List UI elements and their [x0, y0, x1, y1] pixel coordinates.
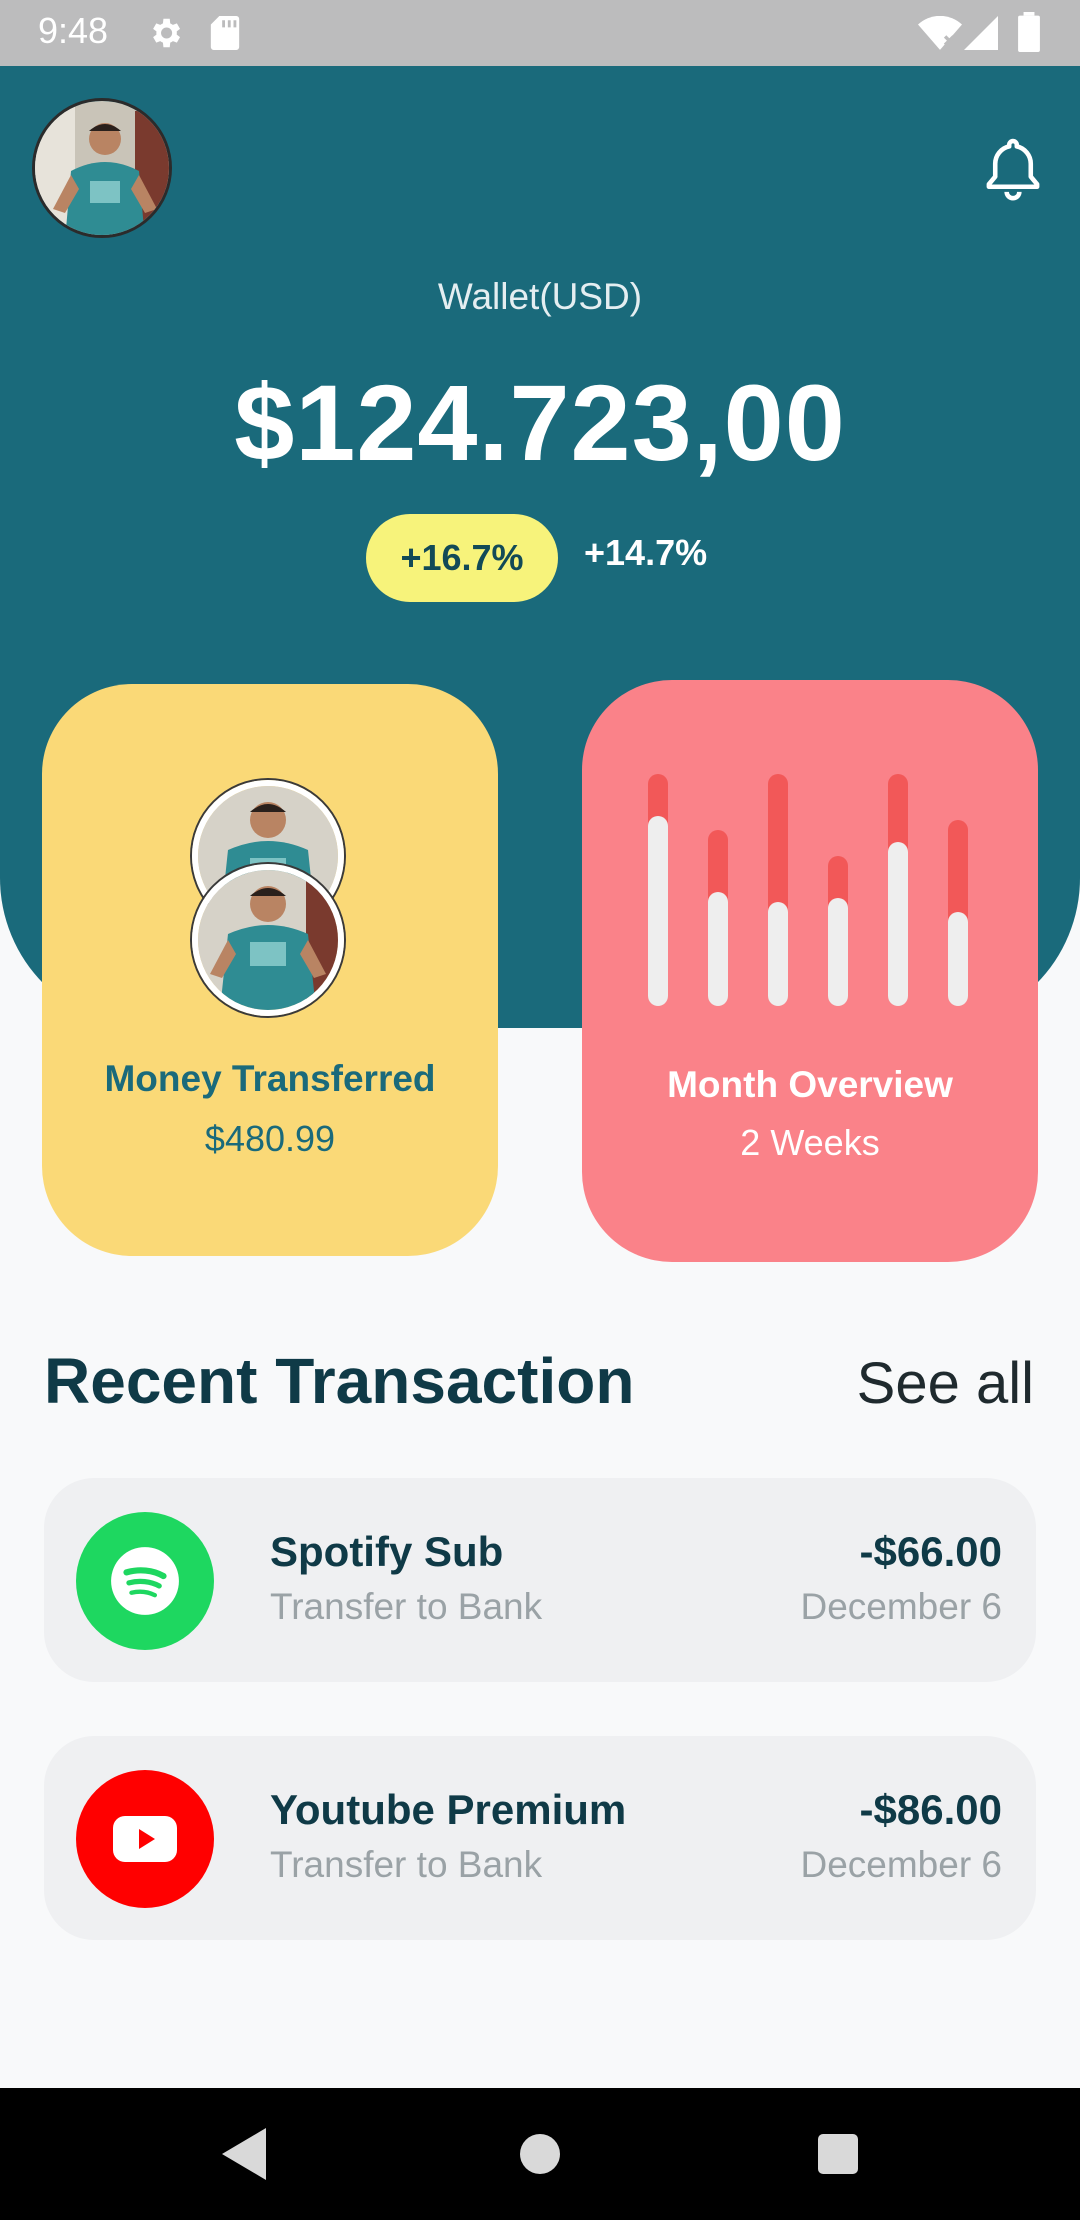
recent-transaction-title: Recent Transaction [44, 1345, 635, 1417]
profile-photo [35, 101, 169, 235]
battery-icon [1018, 12, 1040, 52]
navigation-bar [0, 2088, 1080, 2220]
status-bar: 9:48 [0, 0, 1080, 66]
recent-apps-icon[interactable] [818, 2134, 858, 2174]
wallet-balance: $124.723,00 [234, 362, 846, 483]
change-secondary: +14.7% [584, 532, 708, 573]
wifi-icon [918, 16, 962, 50]
wallet-label: Wallet(USD) [437, 276, 643, 317]
month-overview-title: Month Overview [667, 1064, 953, 1105]
status-time: 9:48 [38, 10, 109, 51]
transaction-item[interactable]: Spotify Sub Transfer to Bank -$66.00 Dec… [44, 1478, 1036, 1682]
profile-avatar[interactable] [32, 98, 172, 238]
overview-bar [948, 820, 968, 1006]
settings-gear-icon [153, 18, 181, 48]
money-transferred-value: $480.99 [204, 1118, 336, 1159]
home-icon[interactable] [520, 2134, 560, 2174]
transaction-subtitle: Transfer to Bank [270, 1844, 543, 1885]
transaction-amount: -$66.00 [859, 1528, 1002, 1575]
money-transferred-card[interactable]: Money Transferred $480.99 [42, 684, 498, 1256]
overview-bar [648, 774, 668, 1006]
recipient-avatar [192, 864, 344, 1016]
overview-bar [708, 830, 728, 1006]
month-overview-bars [648, 774, 968, 1006]
transaction-item[interactable]: Youtube Premium Transfer to Bank -$86.00… [44, 1736, 1036, 1940]
transaction-subtitle: Transfer to Bank [270, 1586, 543, 1627]
transaction-name: Youtube Premium [270, 1786, 627, 1833]
spotify-icon [76, 1512, 214, 1650]
overview-bar [888, 774, 908, 1006]
transaction-name: Spotify Sub [270, 1528, 504, 1575]
youtube-icon [76, 1770, 214, 1908]
transaction-amount: -$86.00 [859, 1786, 1002, 1833]
change-badge: +16.7% [366, 514, 558, 602]
month-overview-card[interactable]: Month Overview 2 Weeks [582, 680, 1038, 1262]
month-overview-subtitle: 2 Weeks [740, 1122, 880, 1163]
back-icon[interactable] [214, 2124, 270, 2184]
transaction-date: December 6 [800, 1586, 1002, 1627]
money-transferred-title: Money Transferred [104, 1058, 436, 1099]
see-all-link[interactable]: See all [857, 1350, 1034, 1417]
notification-bell-icon[interactable] [982, 136, 1044, 202]
signal-icon [964, 16, 998, 50]
transaction-date: December 6 [800, 1844, 1002, 1885]
sd-card-icon [210, 16, 240, 50]
overview-bar [768, 774, 788, 1006]
overview-bar [828, 856, 848, 1006]
